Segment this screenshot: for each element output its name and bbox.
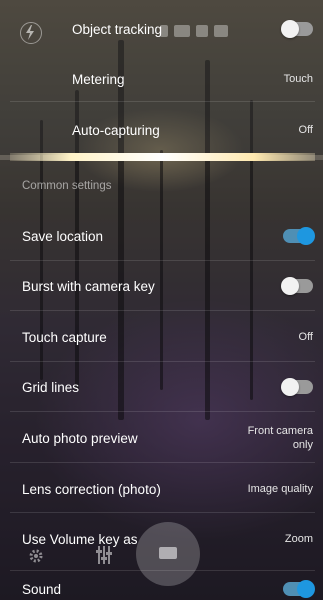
burst-camera-key-label: Burst with camera key <box>22 278 155 294</box>
divider <box>10 512 315 513</box>
object-tracking-label: Object tracking <box>72 21 163 37</box>
grid-lines-toggle[interactable] <box>281 378 313 396</box>
divider <box>10 310 315 311</box>
toggle-knob <box>297 580 315 598</box>
grid-lines-row[interactable]: Grid lines <box>0 376 323 398</box>
auto-photo-preview-value-line1: Front camera <box>247 425 313 437</box>
lens-correction-row[interactable]: Lens correction (photo) Image quality <box>0 478 323 500</box>
divider <box>10 101 315 102</box>
touch-capture-value: Off <box>298 331 313 343</box>
auto-photo-preview-row[interactable]: Auto photo preview Front camera only <box>0 424 323 452</box>
volume-key-label: Use Volume key as <box>22 531 138 547</box>
sliders-icon[interactable] <box>96 546 112 569</box>
burst-camera-key-row[interactable]: Burst with camera key <box>0 275 323 297</box>
toggle-knob <box>281 20 299 38</box>
touch-capture-label: Touch capture <box>22 329 107 345</box>
grid-lines-label: Grid lines <box>22 379 80 395</box>
save-location-label: Save location <box>22 228 104 244</box>
auto-capturing-value: Off <box>298 124 313 136</box>
sound-toggle[interactable] <box>283 580 315 598</box>
metering-value: Touch <box>283 73 313 85</box>
auto-photo-preview-label: Auto photo preview <box>22 430 138 446</box>
divider <box>10 411 315 412</box>
toggle-knob <box>297 227 315 245</box>
object-tracking-row[interactable]: Object tracking <box>0 18 323 40</box>
shutter-button[interactable] <box>136 522 200 586</box>
divider <box>10 462 315 463</box>
auto-photo-preview-value-line2: only <box>292 439 313 451</box>
touch-capture-row[interactable]: Touch capture Off <box>0 326 323 348</box>
auto-capturing-label: Auto-capturing <box>72 122 160 138</box>
volume-key-value: Zoom <box>284 533 313 545</box>
save-location-row[interactable]: Save location <box>0 225 323 247</box>
metering-label: Metering <box>72 71 125 87</box>
camera-icon <box>159 547 177 559</box>
auto-photo-preview-value: Front camera only <box>248 424 313 452</box>
divider <box>10 361 315 362</box>
gear-icon[interactable] <box>28 548 44 569</box>
lens-correction-value: Image quality <box>247 483 313 495</box>
burst-camera-key-toggle[interactable] <box>281 277 313 295</box>
toggle-knob <box>281 378 299 396</box>
divider <box>10 260 315 261</box>
sound-row[interactable]: Sound <box>0 578 323 600</box>
light-strip <box>10 153 315 161</box>
save-location-toggle[interactable] <box>283 227 315 245</box>
section-header: Common settings <box>22 180 112 192</box>
sound-label: Sound <box>22 581 62 597</box>
divider <box>10 570 315 571</box>
toggle-knob <box>281 277 299 295</box>
metering-row[interactable]: Metering Touch <box>0 68 323 90</box>
auto-capturing-row[interactable]: Auto-capturing Off <box>0 119 323 141</box>
object-tracking-toggle[interactable] <box>281 20 313 38</box>
lens-correction-label: Lens correction (photo) <box>22 481 161 497</box>
